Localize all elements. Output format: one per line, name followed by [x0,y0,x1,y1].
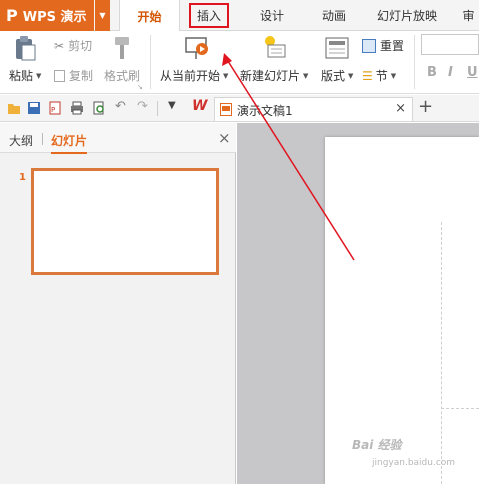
copy-label: 复制 [69,69,94,83]
watermark-url: jingyan.baidu.com [372,458,456,468]
print-icon[interactable] [70,101,84,115]
caret-down-icon: ▼ [223,71,229,80]
new-tab-icon[interactable]: + [418,96,433,117]
document-tab[interactable]: 演示文稿1 × [214,97,413,121]
export-pdf-icon[interactable]: P [48,101,62,115]
slide-thumbnail[interactable] [31,168,219,275]
wps-w-logo-icon: W [192,98,208,114]
svg-text:P: P [51,106,55,114]
layout-button[interactable]: 版式 ▼ [321,67,353,84]
close-tab-icon[interactable]: × [395,101,406,116]
paste-button[interactable]: 粘贴 ▼ [9,67,41,84]
caret-down-icon: ▼ [390,71,397,80]
undo-icon[interactable]: ↶ [115,99,126,114]
app-dropdown-button[interactable]: ▼ [95,0,110,31]
wps-logo-icon: P [6,6,18,25]
tab-review[interactable]: 审 [458,0,479,31]
slide-editing-area [237,123,479,484]
copy-button[interactable]: 复制 [54,67,93,84]
projector-icon[interactable] [184,35,210,61]
format-painter-label: 格式刷 [104,69,141,83]
slide-number: 1 [19,172,26,183]
font-name-input[interactable] [421,34,479,55]
from-current-label: 从当前开始 [160,69,221,83]
cut-button[interactable]: ✂ 剪切 [54,37,92,54]
close-pane-icon[interactable]: × [218,129,231,147]
new-slide-icon[interactable] [262,34,288,60]
new-slide-label: 新建幻灯片 [240,69,301,83]
slides-pane: 大纲 幻灯片 × 1 [0,123,236,484]
scissors-icon: ✂ [54,38,65,53]
layout-label: 版式 [321,69,346,83]
italic-button[interactable]: I [448,65,453,80]
ribbon-separator [150,35,151,89]
toolbar-separator [157,101,158,116]
cut-label: 剪切 [68,39,93,53]
pane-header: 大纲 幻灯片 × [0,123,236,154]
watermark-text: Bai 经验 [352,438,402,452]
caret-down-icon: ▼ [348,71,354,80]
underline-button[interactable]: U [467,65,478,80]
document-tab-title: 演示文稿1 [237,104,293,118]
caret-down-icon: ▼ [303,71,309,80]
app-menu-button[interactable]: P WPS 演示 [0,0,94,31]
new-slide-button[interactable]: 新建幻灯片 ▼ [240,67,308,84]
from-current-slide-button[interactable]: 从当前开始 ▼ [160,67,228,84]
tab-slides[interactable]: 幻灯片 [51,132,88,154]
placeholder-border [441,222,442,484]
print-preview-icon[interactable] [92,101,106,115]
section-button[interactable]: ☰ 节 ▼ [362,67,396,84]
paste-icon[interactable] [13,35,37,61]
open-folder-icon[interactable] [7,101,21,115]
dialog-launcher-icon[interactable]: ↘ [137,83,143,91]
tab-slideshow[interactable]: 幻灯片放映 [371,0,443,31]
app-name: WPS 演示 [22,10,87,25]
bold-button[interactable]: B [427,65,437,80]
format-painter-button[interactable]: 格式刷 [104,67,140,84]
tab-design[interactable]: 设计 [248,0,296,31]
tab-home[interactable]: 开始 [119,0,180,32]
section-icon: ☰ [362,68,373,83]
redo-icon[interactable]: ↷ [137,99,148,114]
caret-down-icon: ▼ [99,11,106,20]
customize-dropdown-icon[interactable]: ▼ [168,100,176,111]
tab-insert[interactable]: 插入 [189,3,229,28]
reset-icon [362,38,376,53]
ribbon-separator [414,35,415,89]
pane-tab-divider [42,133,43,145]
tab-outline[interactable]: 大纲 [9,132,33,149]
reset-label: 重置 [380,39,405,53]
caret-down-icon: ▼ [36,71,42,80]
ribbon: 粘贴 ▼ ✂ 剪切 复制 格式刷 ↘ 从当前开始 ▼ 新建幻灯片 ▼ 版式 ▼ 重置 [0,31,479,94]
layout-icon[interactable] [325,37,349,59]
placeholder-border [441,408,479,409]
section-label: 节 [375,69,388,83]
quick-access-bar: P ↶ ↷ ▼ W 演示文稿1 × + [0,95,479,122]
copy-icon [54,69,65,82]
paste-label: 粘贴 [9,69,34,83]
menu-bar: P WPS 演示 ▼ 开始 插入 设计 动画 幻灯片放映 审 [0,0,479,32]
brush-icon[interactable] [111,35,133,61]
reset-button[interactable]: 重置 [362,37,404,54]
slide-canvas[interactable] [325,137,479,484]
save-icon[interactable] [27,101,41,115]
presentation-file-icon [220,103,232,116]
tab-animation[interactable]: 动画 [310,0,358,31]
